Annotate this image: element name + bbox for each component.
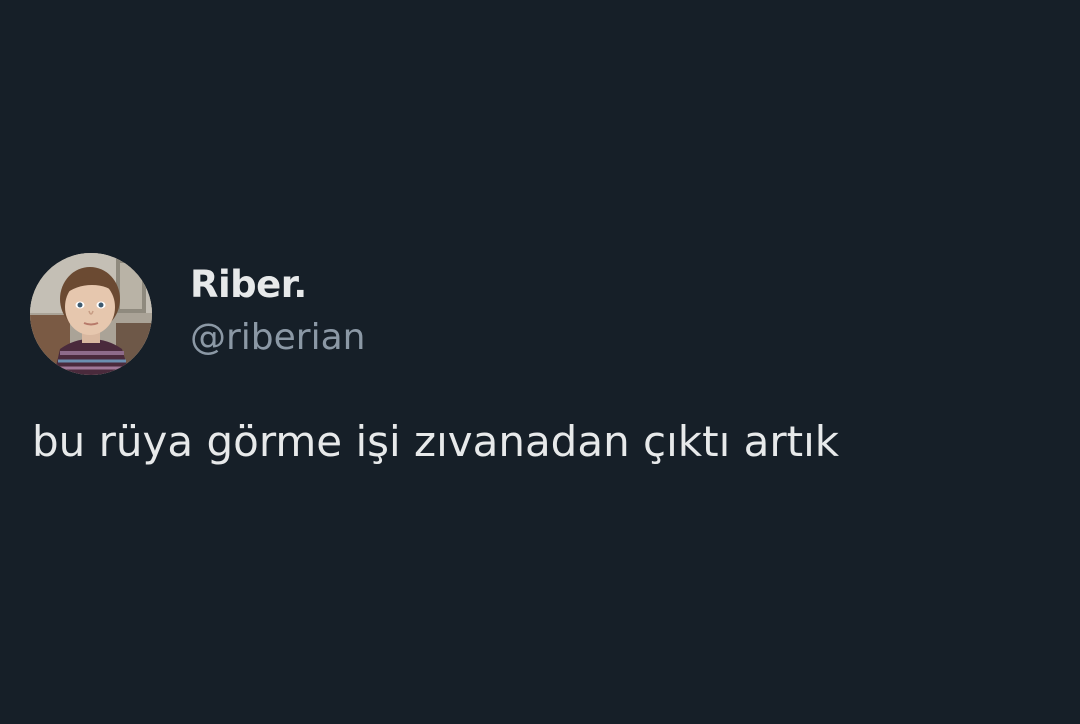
tweet-card: Riber. @riberian bu rüya görme işi zıvan… [0,0,1080,724]
profile-photo-icon [30,253,152,375]
author-display-name[interactable]: Riber. [190,262,307,308]
tweet-text: bu rüya görme işi zıvanadan çıktı artık [32,417,840,466]
author-handle[interactable]: @riberian [190,315,365,361]
avatar[interactable] [30,253,152,375]
